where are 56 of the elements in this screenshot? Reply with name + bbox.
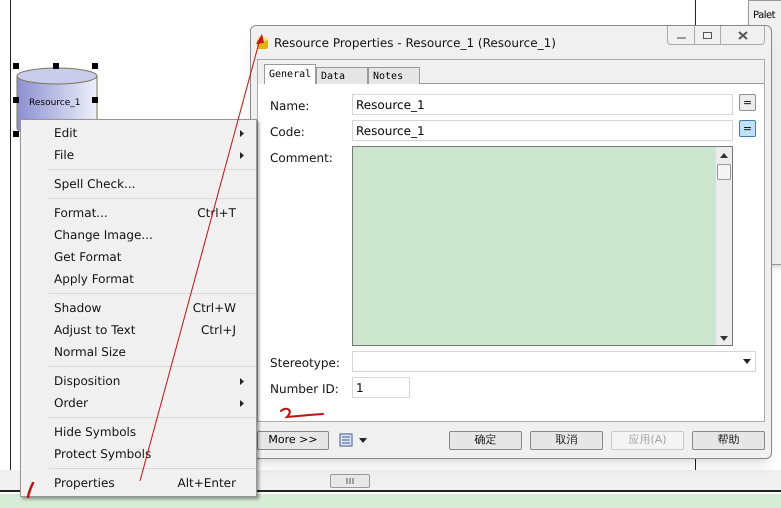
field-label: Stereotype: [270,355,341,372]
tab[interactable]: Data [316,67,368,84]
equals-button[interactable]: = [739,120,756,137]
selection-handle[interactable] [13,97,19,103]
grip-icon [346,478,354,484]
text-field[interactable]: Resource_1 [352,94,733,115]
handwritten-mark [27,482,35,498]
submenu-arrow-icon [240,378,244,384]
tab[interactable]: Notes [368,67,420,84]
field-label: Code: [270,124,306,141]
dialog-button[interactable]: 确定 [449,430,522,450]
selection-handle[interactable] [13,63,19,69]
selection-handle[interactable] [53,63,59,69]
selection-handle[interactable] [92,97,98,103]
comment-field[interactable] [352,146,733,346]
menu-item[interactable]: Adjust to Text Ctrl+J [21,319,256,341]
selection-handle[interactable] [13,131,19,137]
text-field[interactable]: Resource_1 [352,120,733,141]
menu-item[interactable]: Order [21,392,256,414]
close-icon [738,30,748,40]
field-label: Number ID: [270,381,340,398]
equals-button[interactable]: = [739,94,756,111]
dropdown-arrow-icon[interactable] [359,438,367,442]
print-icon[interactable] [339,433,353,447]
menu-item[interactable]: Apply Format [21,268,256,290]
submenu-arrow-icon [240,152,244,158]
dialog-button[interactable]: 取消 [530,430,603,450]
dropdown-arrow-icon [743,359,751,364]
handwritten-mark [278,407,326,421]
scroll-thumb[interactable] [717,164,731,180]
tab[interactable]: General [264,64,316,84]
menu-item[interactable]: Hide Symbols [21,421,256,443]
number-field[interactable]: 1 [352,377,410,398]
symbol-label: Resource_1 [29,97,80,110]
menu-item[interactable]: Change Image... [21,224,256,246]
submenu-arrow-icon [240,130,244,136]
scrollbar[interactable] [715,147,732,345]
scroll-up-icon[interactable] [720,153,728,158]
menu-item[interactable]: Spell Check... [21,173,256,195]
submenu-arrow-icon [240,400,244,406]
menu-item[interactable]: Normal Size [21,341,256,363]
scrollbar-thumb[interactable] [330,474,370,488]
scroll-down-icon[interactable] [720,336,728,341]
more-button[interactable]: More >> [257,430,329,450]
menu-item[interactable]: Edit [21,122,256,144]
stereotype-dropdown[interactable] [352,351,756,372]
menu-item[interactable]: Shadow Ctrl+W [21,297,256,319]
field-label: Name: [270,98,310,115]
field-label: Comment: [270,150,334,167]
selection-handle[interactable] [92,63,98,69]
palette-title: Palet [753,9,776,23]
menu-item[interactable]: File [21,144,256,166]
menu-item[interactable]: Get Format [21,246,256,268]
dialog-button[interactable]: 帮助 [692,430,765,450]
window-title: Resource Properties - Resource_1 (Resource_1) [274,34,556,52]
menu-item[interactable]: Disposition [21,370,256,392]
